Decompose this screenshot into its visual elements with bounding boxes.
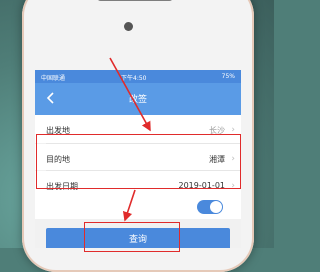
arrow-to-fields-icon: [109, 57, 151, 132]
annotation-arrows: [109, 57, 151, 222]
arrow-to-button-icon: [122, 189, 136, 222]
